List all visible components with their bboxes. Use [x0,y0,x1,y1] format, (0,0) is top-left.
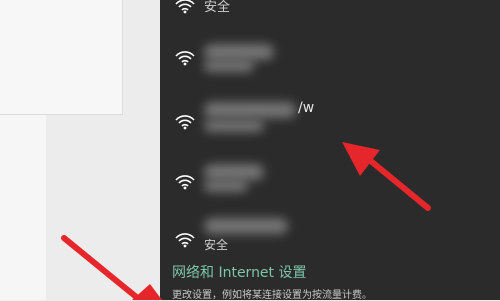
network-name-redacted [204,102,296,118]
network-item[interactable]: /w [160,94,500,142]
network-name-redacted [204,180,248,192]
network-status-label: 安全 [204,0,231,15]
network-name-redacted [204,44,274,60]
network-flyout: 安全 /w 安全 网络和 Internet 设置 更改设置，例如将某连接设置为按… [160,0,500,301]
settings-description: 更改设置，例如将某连接设置为按流量计费。 [172,290,372,301]
wifi-icon [175,0,195,14]
wifi-icon [175,115,195,130]
network-item[interactable] [160,34,500,82]
network-name-suffix: /w [298,100,315,116]
network-name-redacted [204,164,264,180]
wifi-icon [175,233,195,248]
network-item[interactable] [160,154,500,202]
network-item[interactable]: 安全 [160,0,500,18]
network-internet-settings-link[interactable]: 网络和 Internet 设置 [172,262,307,282]
network-name-redacted [204,60,254,72]
network-name-redacted [204,120,264,132]
network-item[interactable]: 安全 [160,212,500,260]
wifi-icon [175,51,195,66]
background-window [0,0,123,115]
network-status-label: 安全 [204,238,229,252]
network-name-redacted [204,218,288,234]
wifi-icon [175,175,195,190]
